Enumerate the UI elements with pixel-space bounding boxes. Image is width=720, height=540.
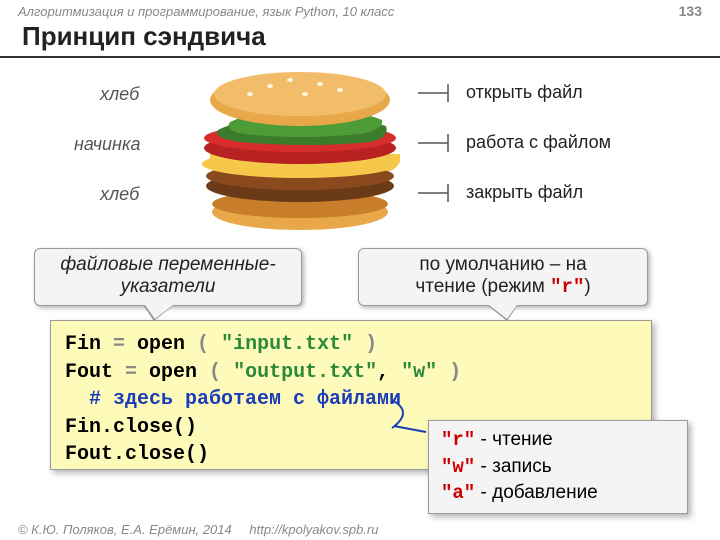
page-title: Принцип сэндвича [0,19,720,58]
footer: © К.Ю. Поляков, Е.А. Ерёмин, 2014 http:/… [18,522,378,537]
source-url[interactable]: http://kpolyakov.spb.ru [249,522,378,537]
bracket-icon [418,182,454,204]
main-area: хлеб начинка хлеб открыть файл работа с … [0,58,720,488]
sandwich-icon [190,64,410,234]
callout-default-mode: по умолчанию – на чтение (режим "r") [358,248,648,306]
callout-line: чтение (режим "r") [371,276,635,298]
code-line: # здесь работаем с файлами [65,386,637,414]
bracket-icon [418,132,454,154]
code-line: Fout = open ( "output.txt", "w" ) [65,359,637,387]
copyright: © К.Ю. Поляков, Е.А. Ерёмин, 2014 [18,522,232,537]
mode-row: "r" - чтение [441,427,675,454]
code-line: Fin = open ( "input.txt" ) [65,331,637,359]
modes-box: "r" - чтение "w" - запись "a" - добавлен… [428,420,688,514]
work-file-label: работа с файлом [466,132,611,153]
close-file-label: закрыть файл [466,182,583,203]
mode-row: "a" - добавление [441,480,675,507]
course-label: Алгоритмизация и программирование, язык … [18,4,394,19]
page-number: 133 [679,3,702,19]
bread-top-label: хлеб [100,84,139,105]
callout-line: по умолчанию – на [371,254,635,276]
mode-row: "w" - запись [441,454,675,481]
header: Алгоритмизация и программирование, язык … [0,0,720,19]
bread-bottom-label: хлеб [100,184,139,205]
callout-file-vars: файловые переменные- указатели [34,248,302,306]
callout-line: указатели [47,276,289,298]
bracket-icon [418,82,454,104]
callout-line: файловые переменные- [47,254,289,276]
open-file-label: открыть файл [466,82,583,103]
filling-label: начинка [74,134,140,155]
